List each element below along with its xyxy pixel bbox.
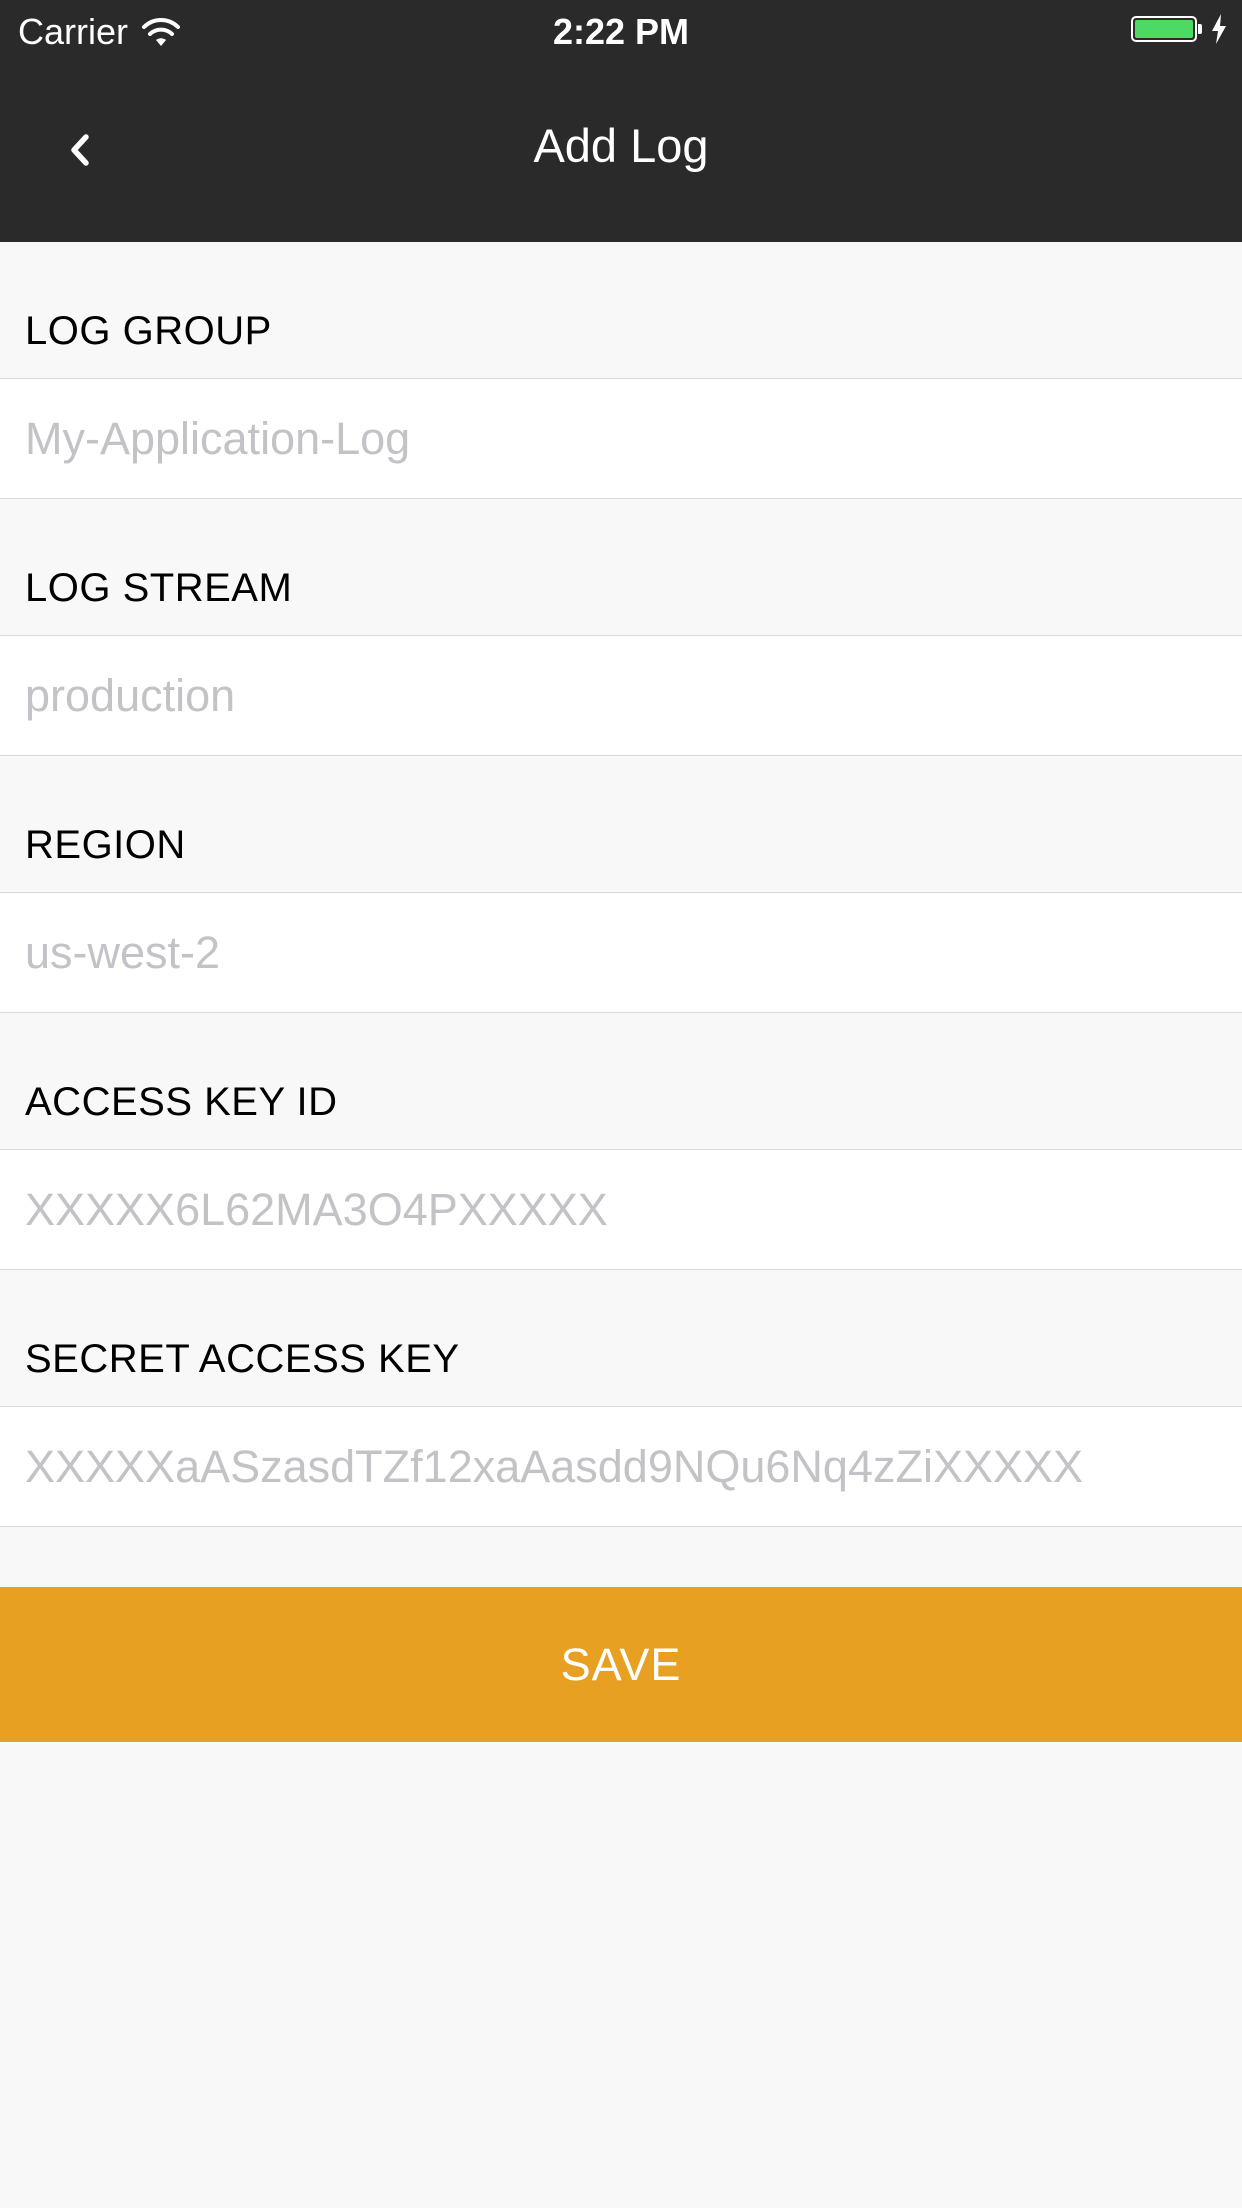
battery-fill [1135,20,1193,38]
secret-access-key-row [0,1406,1242,1527]
access-key-id-label: ACCESS KEY ID [25,1080,338,1124]
secret-access-key-header: SECRET ACCESS KEY [0,1270,1242,1406]
status-time: 2:22 PM [552,11,690,52]
page-title: Add Log [533,119,709,172]
log-stream-header: LOG STREAM [0,499,1242,635]
log-stream-row [0,635,1242,756]
region-header: REGION [0,756,1242,892]
access-key-id-header: ACCESS KEY ID [0,1013,1242,1149]
navigation-bar: Add Log [0,62,1242,242]
app-header: Carrier 2:22 PM Add Log [0,0,1242,242]
battery-indicator [1131,14,1228,44]
access-key-id-row [0,1149,1242,1270]
region-input[interactable] [0,893,1242,1012]
log-group-label: LOG GROUP [25,309,272,353]
log-stream-label: LOG STREAM [25,566,293,610]
charging-bolt-icon [1212,14,1226,44]
battery-icon [1131,16,1197,42]
secret-access-key-label: SECRET ACCESS KEY [25,1337,460,1381]
secret-access-key-input[interactable] [0,1407,1242,1526]
add-log-form: LOG GROUP LOG STREAM REGION ACCESS KEY I… [0,242,1242,1527]
save-button[interactable]: SAVE [0,1587,1242,1742]
battery-nub [1198,24,1202,34]
log-stream-input[interactable] [0,636,1242,755]
log-group-input[interactable] [0,379,1242,498]
status-bar: Carrier 2:22 PM [0,0,1242,62]
region-label: REGION [25,823,186,867]
log-group-header: LOG GROUP [0,242,1242,378]
region-row [0,892,1242,1013]
access-key-id-input[interactable] [0,1150,1242,1269]
log-group-row [0,378,1242,499]
